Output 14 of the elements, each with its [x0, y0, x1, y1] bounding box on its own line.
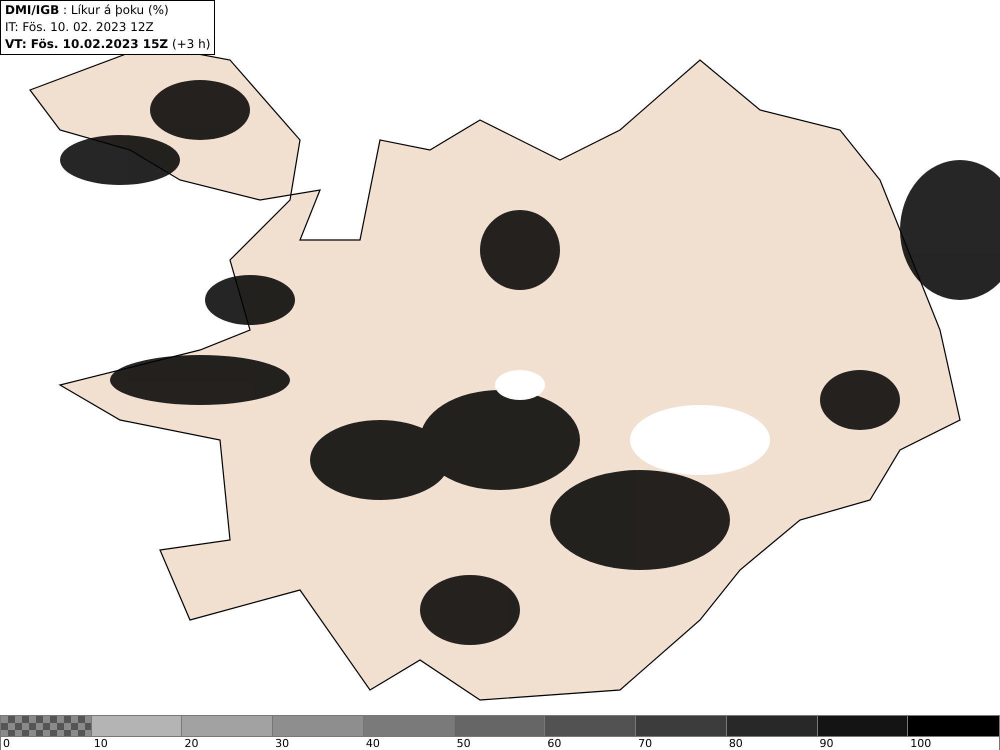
info-text: VT: Fös. 10.02.2023 15Z (+3 h): [5, 36, 210, 53]
legend-label: 50: [456, 737, 471, 750]
legend-label: 10: [94, 737, 108, 750]
legend-label: 90: [820, 737, 834, 750]
legend-label: 30: [275, 737, 290, 750]
legend-label: 0: [3, 737, 10, 750]
legend-label: 70: [638, 737, 652, 750]
info-text: DMI/IGB : Líkur á þoku (%): [5, 2, 170, 19]
legend-label: 100: [910, 737, 932, 750]
legend-label: 40: [366, 737, 380, 750]
info-text: IT: Fös. 10. 02. 2023 12Z: [5, 19, 155, 36]
legend-label: 20: [184, 737, 198, 750]
legend-label: 60: [547, 737, 562, 750]
legend-label: 80: [728, 737, 743, 750]
